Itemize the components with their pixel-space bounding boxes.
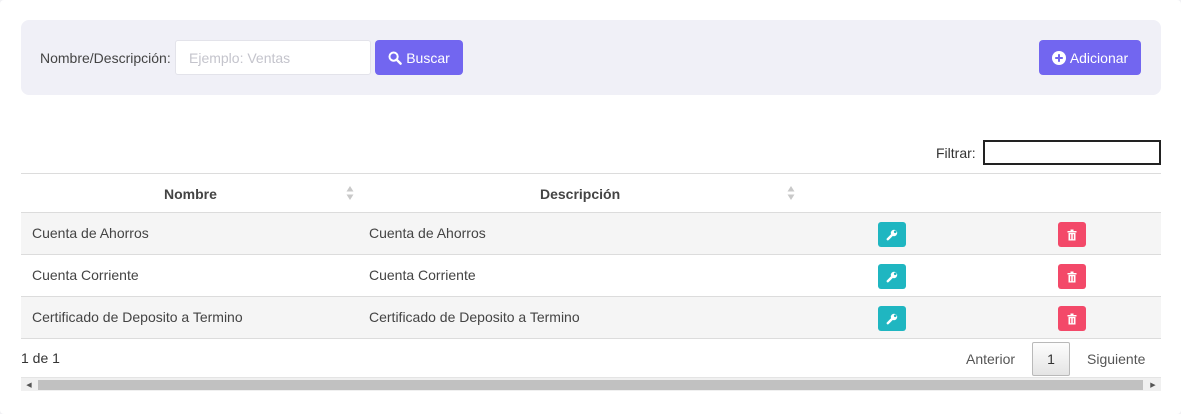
search-label: Nombre/Descripción: [40, 50, 171, 66]
horizontal-scrollbar[interactable]: ◀ ▶ [21, 377, 1161, 391]
plus-circle-icon [1051, 50, 1066, 65]
table-row: Certificado de Deposito a Termino Certif… [21, 297, 1161, 339]
scroll-right-arrow-icon[interactable]: ▶ [1145, 378, 1161, 392]
cell-nombre: Certificado de Deposito a Termino [32, 309, 243, 325]
search-input[interactable] [175, 40, 371, 75]
wrench-icon [886, 229, 898, 240]
add-button-label: Adicionar [1069, 49, 1129, 66]
scrollbar-thumb[interactable] [38, 380, 1143, 390]
pagination-next[interactable]: Siguiente [1087, 351, 1145, 367]
cell-descripcion: Certificado de Deposito a Termino [369, 309, 580, 325]
search-panel: Nombre/Descripción: Buscar Adicionar [21, 20, 1161, 95]
cell-descripcion: Cuenta Corriente [369, 267, 476, 283]
sort-icon[interactable] [787, 185, 795, 204]
edit-button[interactable] [878, 264, 906, 289]
table-row: Cuenta de Ahorros Cuenta de Ahorros [21, 213, 1161, 255]
pagination-previous[interactable]: Anterior [966, 351, 1015, 367]
trash-icon [1067, 229, 1077, 240]
column-header-descripcion[interactable]: Descripción [540, 186, 620, 202]
table-row: Cuenta Corriente Cuenta Corriente [21, 255, 1161, 297]
pagination-page-1[interactable]: 1 [1032, 342, 1070, 376]
delete-button[interactable] [1058, 222, 1086, 247]
filter-input[interactable] [983, 140, 1161, 165]
cell-nombre: Cuenta de Ahorros [32, 225, 149, 241]
wrench-icon [886, 313, 898, 324]
delete-button[interactable] [1058, 306, 1086, 331]
trash-icon [1067, 271, 1077, 282]
search-button-label: Buscar [406, 49, 450, 66]
delete-button[interactable] [1058, 264, 1086, 289]
sort-icon[interactable] [346, 185, 354, 204]
cell-descripcion: Cuenta de Ahorros [369, 225, 486, 241]
pagination-info: 1 de 1 [21, 350, 60, 366]
cell-nombre: Cuenta Corriente [32, 267, 139, 283]
wrench-icon [886, 271, 898, 282]
search-icon [388, 51, 403, 65]
scroll-left-arrow-icon[interactable]: ◀ [21, 378, 37, 392]
filter-label: Filtrar: [936, 145, 976, 161]
column-header-nombre[interactable]: Nombre [164, 186, 217, 202]
table-header: Nombre Descripción [21, 173, 1161, 213]
content-card: Nombre/Descripción: Buscar Adicionar F [0, 0, 1181, 414]
search-button[interactable]: Buscar [375, 40, 463, 75]
add-button[interactable]: Adicionar [1039, 40, 1141, 75]
edit-button[interactable] [878, 222, 906, 247]
edit-button[interactable] [878, 306, 906, 331]
trash-icon [1067, 313, 1077, 324]
